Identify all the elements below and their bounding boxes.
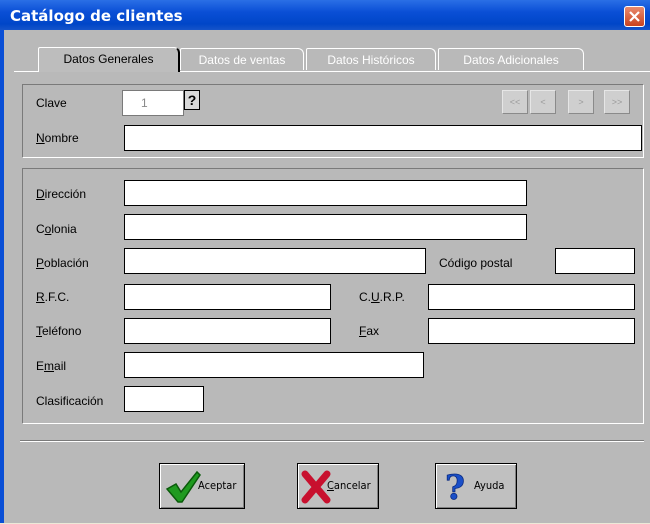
clave-help-button[interactable]: ?	[184, 90, 200, 110]
ayuda-label: Ayuda	[474, 479, 505, 492]
label-text: ax	[366, 324, 380, 338]
ayuda-button[interactable]: ? Ayuda	[435, 463, 517, 509]
cancelar-label: Cancelar	[327, 479, 371, 492]
window: Catálogo de clientes Datos Generales Dat…	[0, 0, 650, 523]
label-text: E	[36, 359, 45, 373]
rfc-label: R.F.C.	[36, 290, 69, 304]
separator	[20, 440, 644, 442]
colonia-field[interactable]	[124, 214, 527, 240]
nav-next-button[interactable]: >	[568, 90, 594, 114]
label-text: lonia	[51, 222, 77, 236]
label-text: C	[36, 222, 45, 236]
poblacion-label: Población	[36, 256, 89, 270]
telefono-label: Teléfono	[36, 324, 81, 338]
hotkey: N	[36, 131, 45, 145]
label-text: Códi	[439, 256, 464, 270]
tab-datos-generales[interactable]: Datos Generales	[38, 47, 180, 72]
fax-field[interactable]	[428, 318, 635, 344]
label-text: o postal	[470, 256, 513, 270]
tab-label: Datos Históricos	[327, 53, 415, 67]
hotkey: R	[36, 290, 45, 304]
label-text: ail	[54, 359, 67, 373]
close-icon	[629, 11, 640, 22]
colonia-label: Colonia	[36, 222, 77, 236]
clave-field[interactable]: 1	[122, 90, 184, 116]
email-field[interactable]	[124, 352, 424, 378]
label-text: ancelar	[333, 479, 371, 492]
label-text: .F.C.	[44, 290, 70, 304]
hotkey: m	[44, 359, 55, 373]
nav-prev-button[interactable]: <	[530, 90, 556, 114]
label-text: irección	[44, 187, 87, 201]
fax-label: Fax	[359, 324, 379, 338]
curp-field[interactable]	[428, 284, 635, 310]
clasificacion-field[interactable]	[124, 386, 204, 412]
clasificacion-label: Clasificación	[36, 394, 104, 408]
hotkey: U	[371, 290, 380, 304]
codigo-postal-label: Código postal	[439, 256, 512, 270]
window-title: Catálogo de clientes	[10, 7, 183, 25]
direccion-field[interactable]	[124, 180, 527, 206]
label-text: ombre	[44, 131, 79, 145]
poblacion-field[interactable]	[124, 248, 426, 274]
telefono-field[interactable]	[124, 318, 331, 344]
codigo-postal-field[interactable]	[555, 248, 635, 274]
checkmark-icon	[165, 470, 201, 503]
rfc-field[interactable]	[124, 284, 331, 310]
svg-text:?: ?	[445, 469, 465, 505]
label-text: C.	[359, 290, 371, 304]
label-text: oblación	[44, 256, 89, 270]
tab-label: Datos Adicionales	[463, 53, 559, 67]
help-question-icon: ?	[445, 469, 466, 505]
tab-label: Datos Generales	[63, 52, 154, 66]
nav-last-button[interactable]: >>	[604, 90, 630, 114]
tab-label: Datos de ventas	[198, 53, 286, 67]
question-icon: ?	[187, 92, 197, 108]
title-bar[interactable]: Catálogo de clientes	[0, 0, 650, 30]
direccion-label: Dirección	[36, 187, 86, 201]
nombre-field[interactable]	[124, 125, 642, 151]
close-button[interactable]	[624, 6, 645, 27]
email-label: Email	[36, 359, 66, 373]
label-text: eléfono	[42, 324, 82, 338]
tab-datos-ventas[interactable]: Datos de ventas	[180, 48, 304, 70]
tab-datos-historicos[interactable]: Datos Históricos	[306, 48, 436, 70]
nombre-label: Nombre	[36, 131, 79, 145]
clave-label: Clave	[36, 96, 67, 110]
aceptar-label: Aceptar	[198, 479, 237, 492]
aceptar-button[interactable]: Aceptar	[159, 463, 245, 509]
tab-datos-adicionales[interactable]: Datos Adicionales	[438, 48, 584, 70]
hotkey: C	[327, 479, 334, 492]
hotkey: D	[36, 187, 45, 201]
nav-first-button[interactable]: <<	[502, 90, 528, 114]
label-text: .R.P.	[379, 290, 405, 304]
cancelar-button[interactable]: Cancelar	[297, 463, 379, 509]
curp-label: C.U.R.P.	[359, 290, 405, 304]
hotkey: P	[36, 256, 45, 270]
